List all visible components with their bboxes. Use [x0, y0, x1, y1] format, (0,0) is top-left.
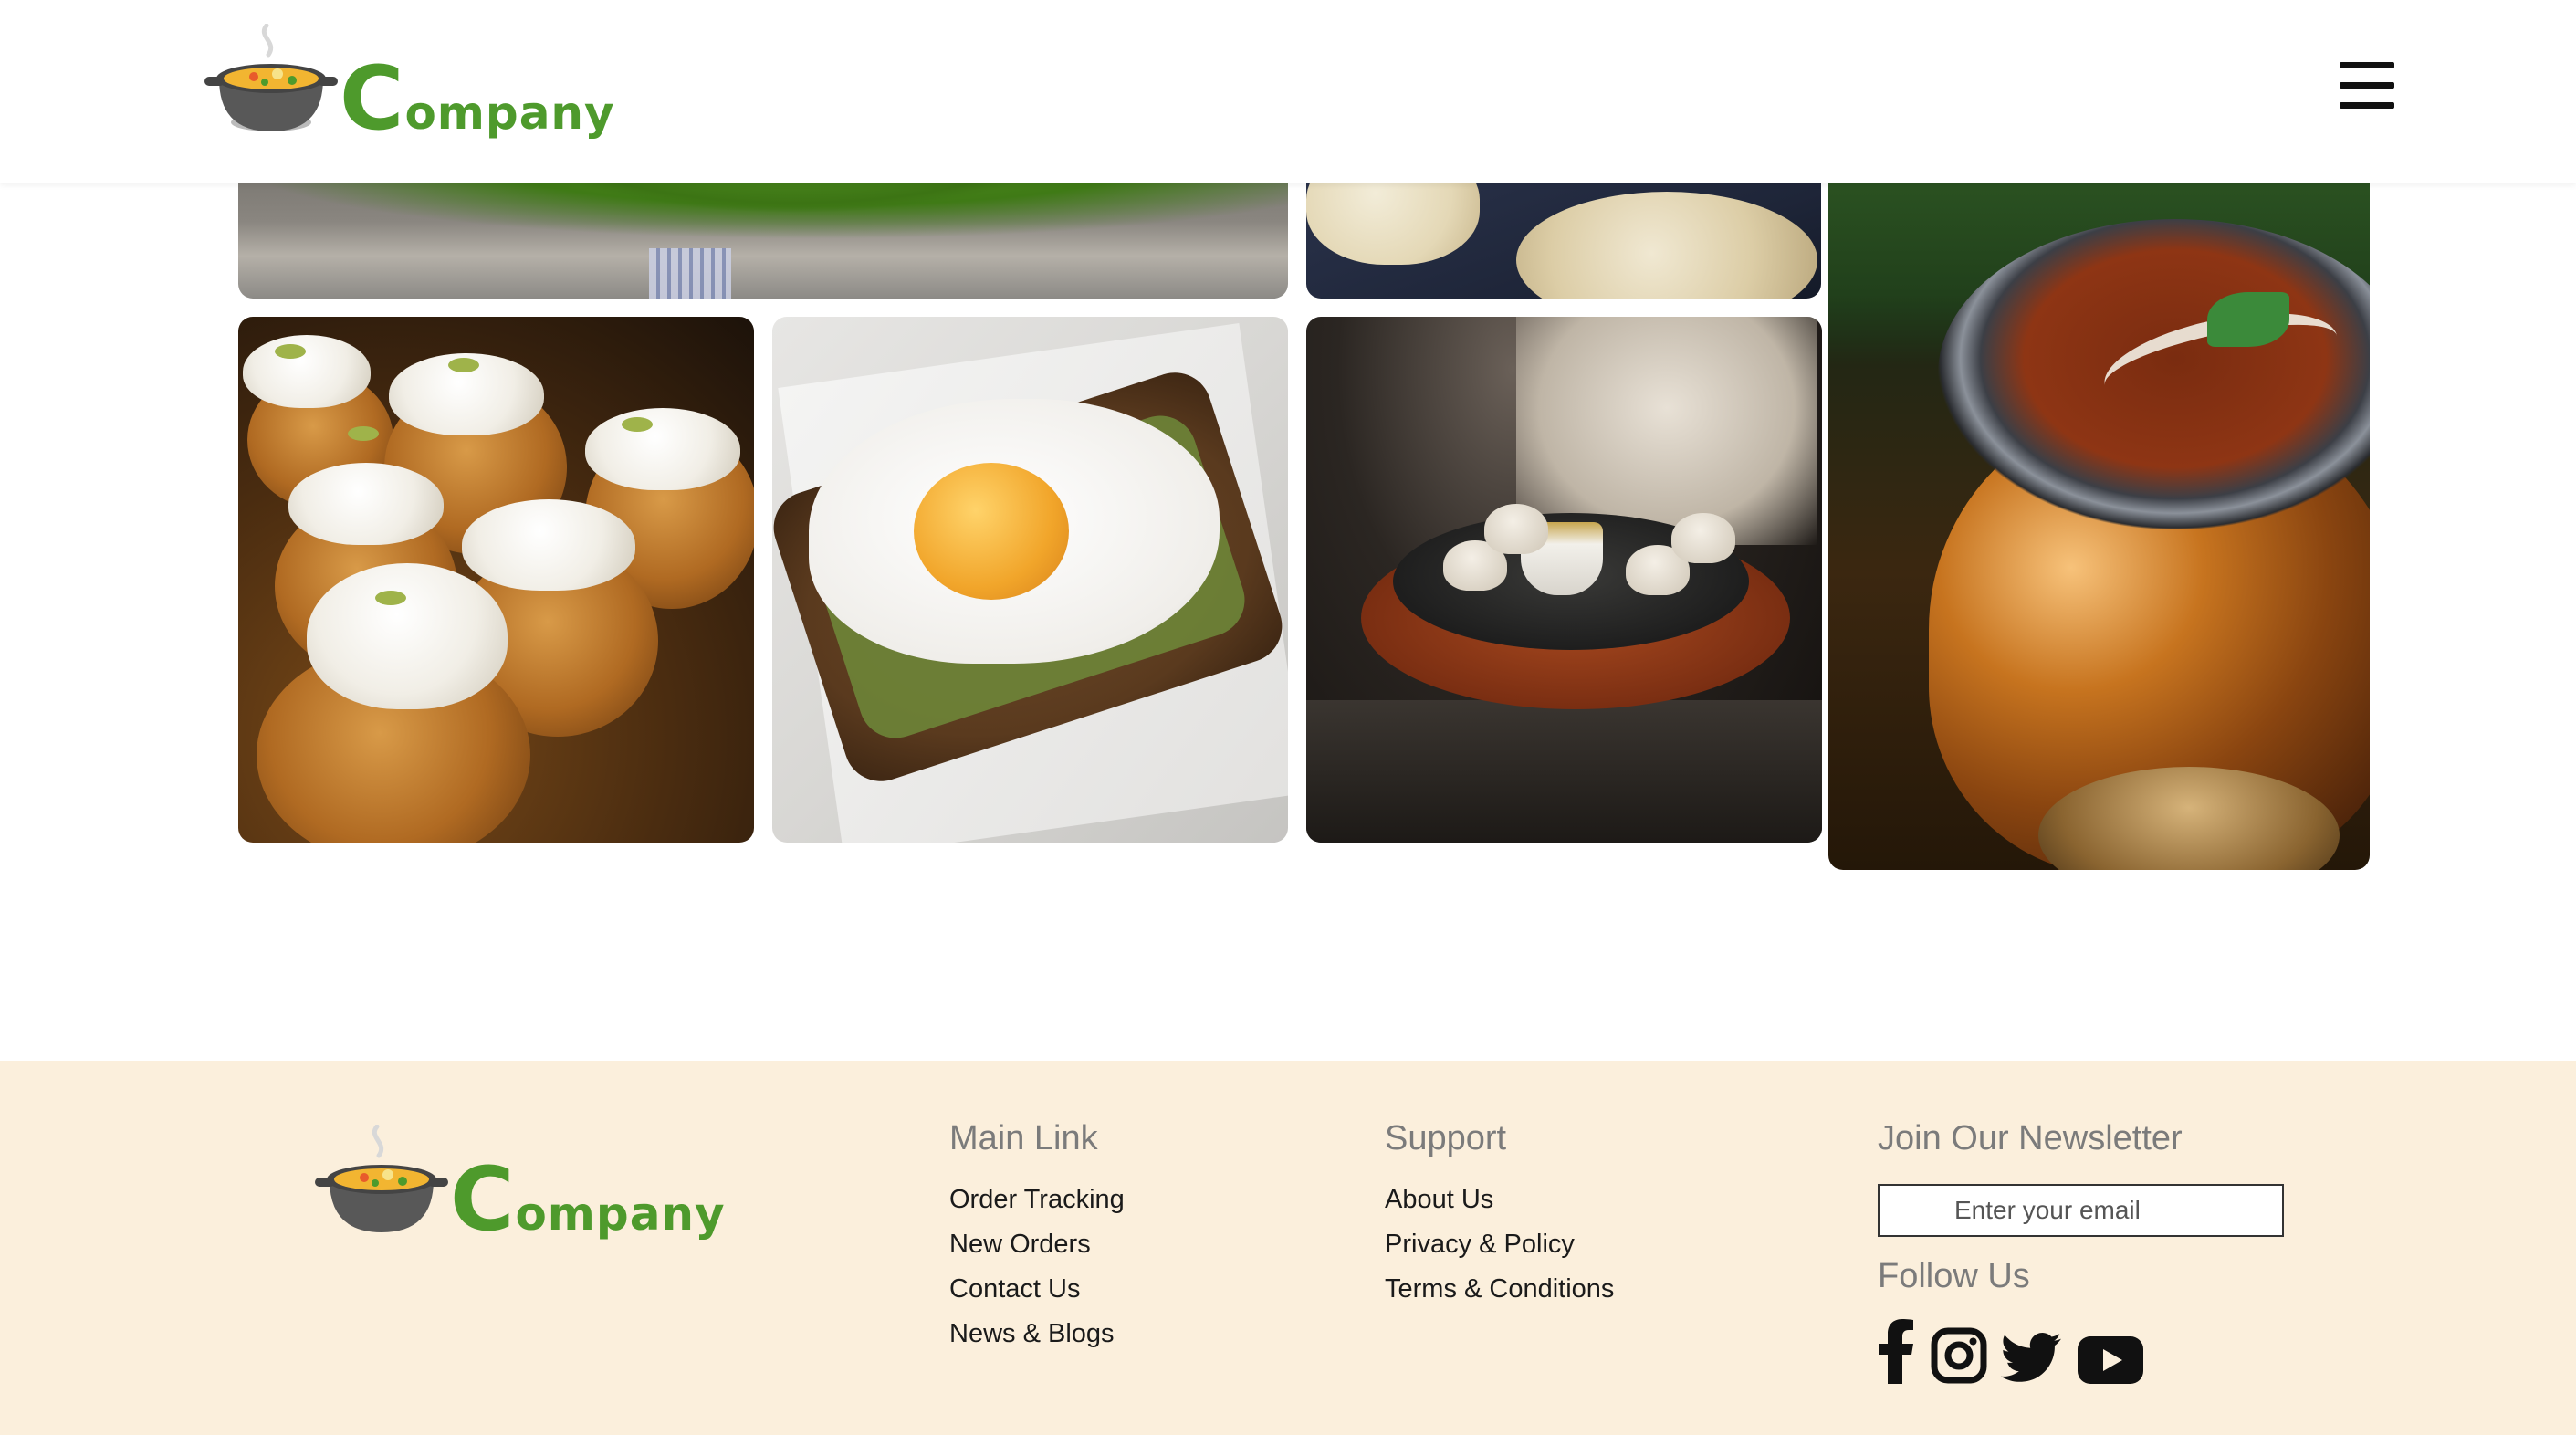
- brand-name: Company: [340, 55, 615, 142]
- footer-link-about-us[interactable]: About Us: [1385, 1185, 1493, 1215]
- facebook-icon[interactable]: [1879, 1318, 1915, 1384]
- footer-link-new-orders[interactable]: New Orders: [949, 1230, 1091, 1260]
- soup-pot-logo-icon: [204, 24, 338, 131]
- brand-initial: C: [340, 47, 405, 150]
- brand-initial: C: [450, 1148, 516, 1251]
- brand-rest: ompany: [404, 87, 615, 140]
- header-logo[interactable]: Company: [203, 24, 615, 142]
- footer-link-order-tracking[interactable]: Order Tracking: [949, 1185, 1125, 1215]
- footer-link-terms-conditions[interactable]: Terms & Conditions: [1385, 1274, 1614, 1304]
- youtube-icon[interactable]: [2078, 1327, 2143, 1393]
- footer-link-privacy-policy[interactable]: Privacy & Policy: [1385, 1230, 1575, 1260]
- twitter-icon[interactable]: [2001, 1325, 2061, 1391]
- soup-pot-logo-icon: [315, 1125, 448, 1232]
- footer-link-news-blogs[interactable]: News & Blogs: [949, 1319, 1115, 1349]
- photo-egg-toast: [772, 317, 1288, 843]
- hamburger-menu-icon[interactable]: [2340, 62, 2394, 111]
- footer-logo[interactable]: Company: [313, 1125, 726, 1243]
- photo-momos: [1306, 317, 1822, 843]
- photo-cupcakes: [238, 317, 754, 843]
- brand-rest: ompany: [515, 1188, 726, 1241]
- newsletter-heading: Join Our Newsletter: [1878, 1119, 2183, 1157]
- brand-name: Company: [450, 1156, 726, 1243]
- site-footer: Company Main Link Order Tracking New Ord…: [0, 1061, 2576, 1435]
- instagram-icon[interactable]: [1931, 1323, 1987, 1388]
- footer-link-contact-us[interactable]: Contact Us: [949, 1274, 1080, 1304]
- photo-curry-copper-pot: [1828, 128, 2370, 870]
- follow-us-heading: Follow Us: [1878, 1257, 2030, 1295]
- site-header: Company: [0, 0, 2576, 183]
- support-heading: Support: [1385, 1119, 1507, 1157]
- newsletter-email-input[interactable]: [1878, 1184, 2284, 1237]
- main-link-heading: Main Link: [949, 1119, 1098, 1157]
